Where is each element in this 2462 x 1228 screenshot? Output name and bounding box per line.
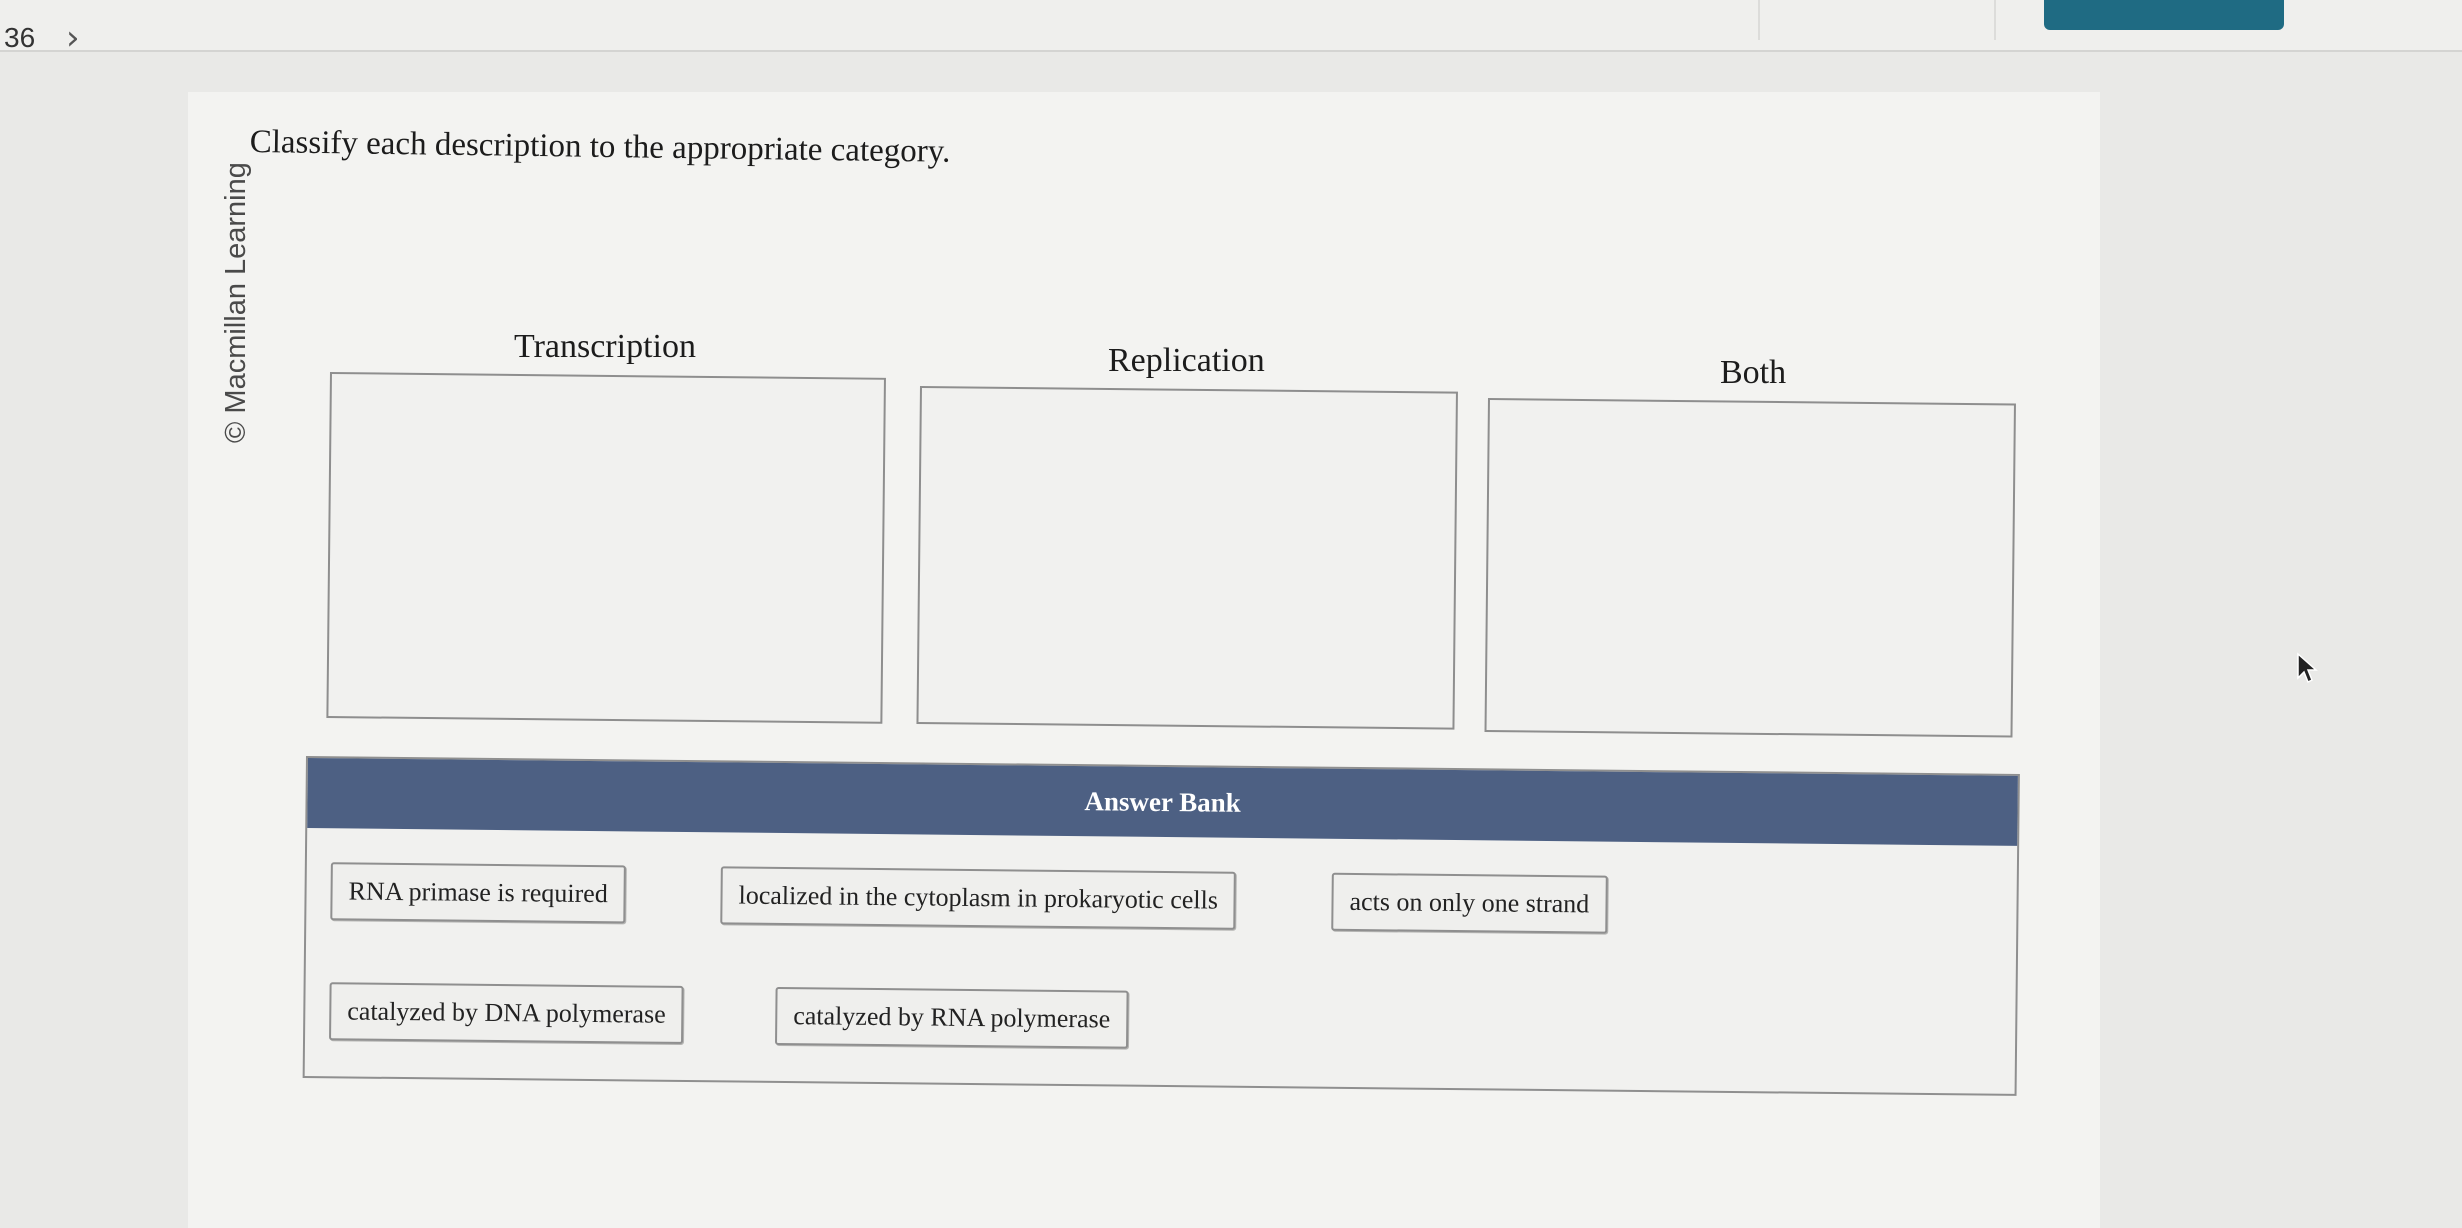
answer-chip-rna-polymerase[interactable]: catalyzed by RNA polymerase (775, 986, 1129, 1049)
drop-zone-transcription[interactable] (326, 372, 886, 724)
top-toolbar: 36 › (0, 0, 2462, 58)
drop-zone-replication[interactable] (916, 386, 1458, 730)
copyright-notice: © Macmillan Learning (220, 162, 252, 443)
mouse-cursor-icon (2297, 652, 2318, 684)
answer-bank: Answer Bank RNA primase is required loca… (302, 756, 2020, 1096)
bin-label-both: Both (1720, 354, 1787, 391)
toolbar-divider (1758, 0, 1760, 40)
answer-bank-title: Answer Bank (307, 758, 2018, 846)
question-number: 36 (4, 22, 36, 53)
toolbar-divider (1994, 0, 1996, 40)
answer-chip-dna-polymerase[interactable]: catalyzed by DNA polymerase (329, 982, 685, 1044)
bin-label-replication: Replication (1108, 342, 1265, 379)
drop-zone-both[interactable] (1484, 398, 2016, 738)
submit-answer-button[interactable] (2044, 0, 2284, 30)
chevron-right-icon[interactable]: › (66, 18, 80, 58)
answer-chip-rna-primase[interactable]: RNA primase is required (330, 862, 627, 924)
answer-chip-one-strand[interactable]: acts on only one strand (1331, 872, 1608, 934)
answer-chip-cytoplasm-localized[interactable]: localized in the cytoplasm in prokaryoti… (720, 866, 1237, 930)
bin-label-transcription: Transcription (514, 328, 696, 365)
